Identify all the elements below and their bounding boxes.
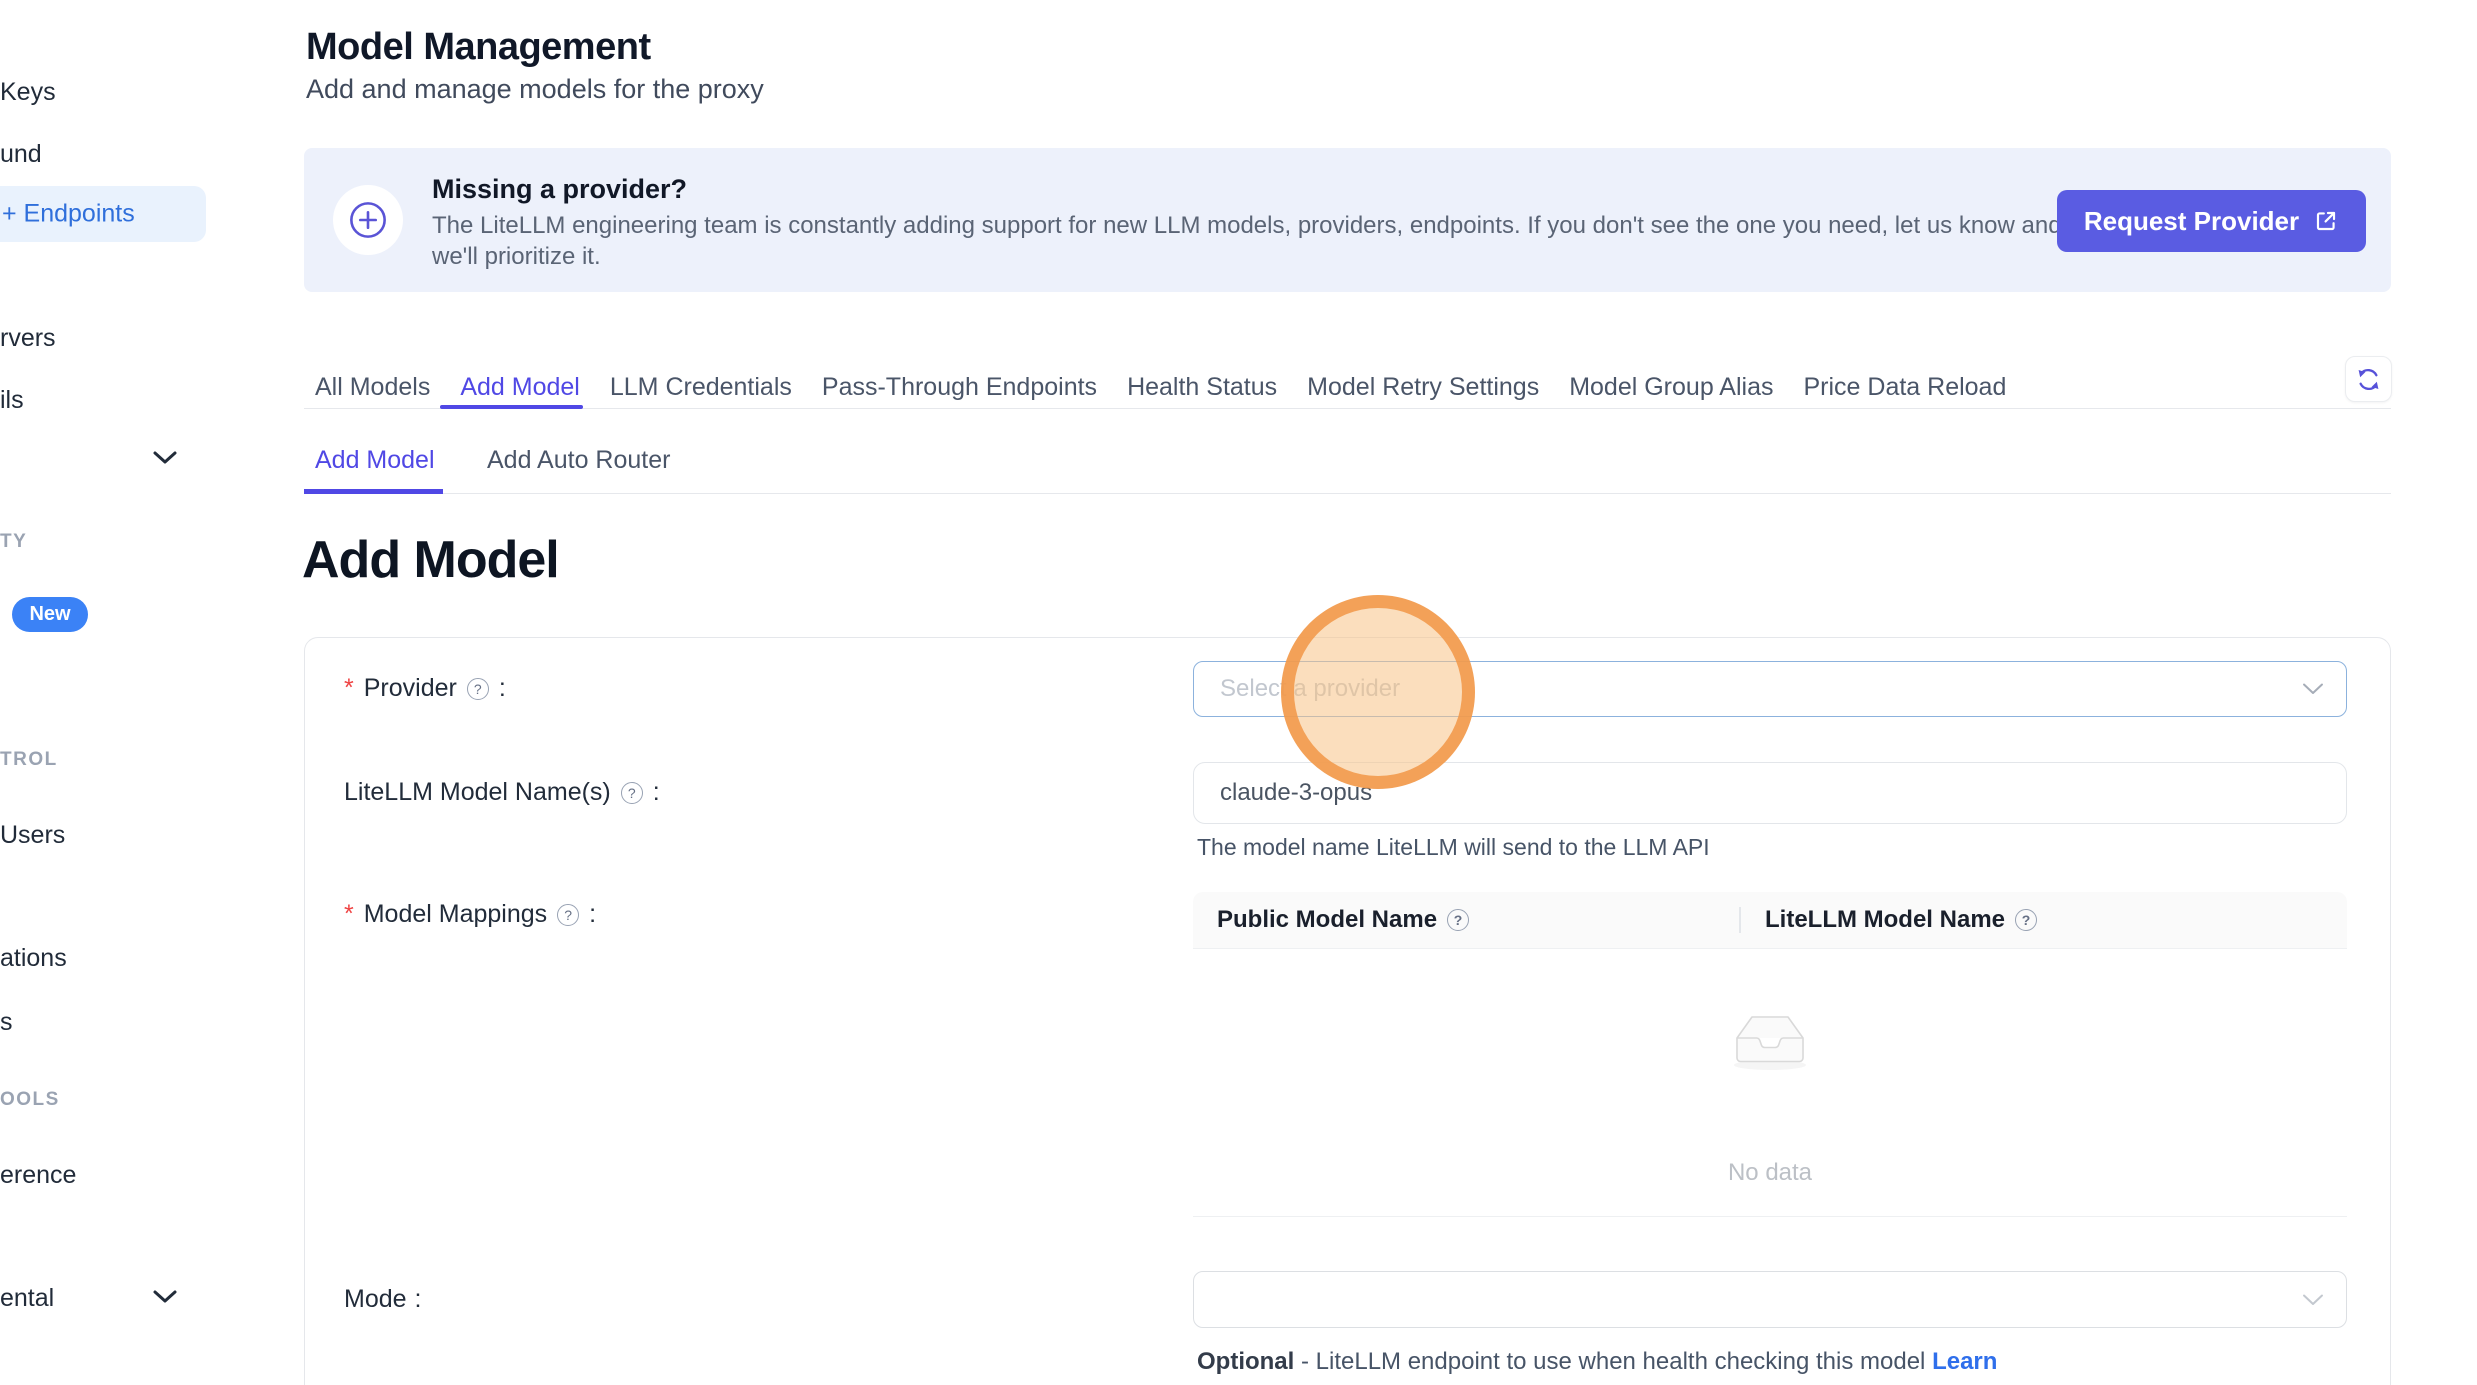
litellm-admin-screen: Keys und + Endpoints rvers ils TY New TR…: [0, 0, 2477, 1385]
page-subtitle: Add and manage models for the proxy: [306, 74, 764, 105]
sidebar-item-settings[interactable]: s: [0, 1008, 13, 1037]
sidebar-item-organizations[interactable]: ations: [0, 944, 67, 973]
model-name-label: LiteLLM Model Name(s) ? :: [344, 778, 660, 807]
page-title: Model Management: [306, 26, 651, 69]
tabs-divider: [304, 408, 2391, 409]
add-model-form-card: * Provider ? : Select a provider LiteLLM…: [304, 637, 2391, 1385]
help-icon[interactable]: ?: [1447, 909, 1469, 931]
active-tab-underline: [440, 405, 583, 409]
plus-circle-icon: [333, 185, 403, 255]
provider-placeholder: Select a provider: [1220, 662, 1400, 716]
column-divider: [1739, 907, 1741, 933]
add-model-heading: Add Model: [302, 530, 559, 590]
model-name-helper: The model name LiteLLM will send to the …: [1197, 834, 1710, 861]
sidebar-item-api-reference[interactable]: erence: [0, 1161, 76, 1190]
banner-text-line2: we'll prioritize it.: [432, 243, 601, 271]
label-colon: :: [653, 778, 660, 807]
sidebar-section-access-control: TROL: [0, 749, 58, 771]
mode-helper-bold: Optional: [1197, 1348, 1294, 1375]
tab-health-status[interactable]: Health Status: [1127, 373, 1277, 402]
new-badge: New: [12, 597, 88, 632]
subtab-add-model[interactable]: Add Model: [315, 446, 435, 475]
tab-model-retry-settings[interactable]: Model Retry Settings: [1307, 373, 1539, 402]
request-provider-label: Request Provider: [2084, 206, 2299, 237]
help-icon[interactable]: ?: [467, 678, 489, 700]
model-tabs: All Models Add Model LLM Credentials Pas…: [315, 366, 2006, 408]
sidebar-item-playground[interactable]: und: [0, 140, 42, 169]
column-header-public-model-name: Public Model Name ?: [1193, 906, 1739, 934]
tab-llm-credentials[interactable]: LLM Credentials: [610, 373, 792, 402]
chevron-down-icon: [2302, 683, 2324, 696]
model-name-value: claude-3-opus: [1220, 763, 1372, 823]
refresh-button[interactable]: [2345, 356, 2392, 402]
mode-label: Mode :: [344, 1285, 422, 1314]
sidebar-section-tools: OOLS: [0, 1089, 60, 1111]
banner-title: Missing a provider?: [432, 174, 687, 205]
tab-price-data-reload[interactable]: Price Data Reload: [1803, 373, 2006, 402]
tab-add-model[interactable]: Add Model: [460, 373, 580, 402]
help-icon[interactable]: ?: [2015, 909, 2037, 931]
mode-helper-text: - LiteLLM endpoint to use when health ch…: [1294, 1348, 1932, 1375]
help-icon[interactable]: ?: [621, 782, 643, 804]
external-link-icon: [2313, 208, 2339, 234]
missing-provider-banner: Missing a provider? The LiteLLM engineer…: [304, 148, 2391, 292]
request-provider-button[interactable]: Request Provider: [2057, 190, 2366, 252]
chevron-down-icon: [2302, 1293, 2324, 1306]
active-subtab-underline: [304, 489, 443, 494]
subtab-add-auto-router[interactable]: Add Auto Router: [487, 446, 670, 475]
sidebar-item-internal-users[interactable]: Users: [0, 821, 65, 850]
no-data-text: No data: [1193, 1159, 2347, 1187]
help-icon[interactable]: ?: [557, 904, 579, 926]
sidebar-item-models-endpoints[interactable]: + Endpoints: [0, 186, 206, 242]
required-mark: *: [344, 674, 354, 703]
model-mappings-label: * Model Mappings ? :: [344, 900, 596, 929]
required-mark: *: [344, 900, 354, 929]
label-colon: :: [499, 674, 506, 703]
column-header-label: Public Model Name: [1217, 906, 1437, 934]
sidebar-item-guardrails[interactable]: ils: [0, 386, 24, 415]
provider-select[interactable]: Select a provider: [1193, 661, 2347, 717]
model-name-label-text: LiteLLM Model Name(s): [344, 778, 611, 807]
tab-model-group-alias[interactable]: Model Group Alias: [1569, 373, 1773, 402]
provider-label-text: Provider: [364, 674, 457, 703]
sidebar-item-mcp-servers[interactable]: rvers: [0, 324, 56, 353]
model-name-input[interactable]: claude-3-opus: [1193, 762, 2347, 824]
chevron-down-icon[interactable]: [152, 1289, 178, 1304]
column-header-label: LiteLLM Model Name: [1765, 906, 2005, 934]
mode-helper: Optional - LiteLLM endpoint to use when …: [1197, 1348, 1997, 1376]
table-empty-body: No data: [1193, 949, 2347, 1217]
mode-select[interactable]: [1193, 1271, 2347, 1328]
table-header-row: Public Model Name ? LiteLLM Model Name ?: [1193, 892, 2347, 949]
refresh-icon: [2355, 366, 2382, 393]
tab-all-models[interactable]: All Models: [315, 373, 430, 402]
provider-label: * Provider ? :: [344, 674, 506, 703]
label-colon: :: [415, 1285, 422, 1314]
mode-label-text: Mode: [344, 1285, 407, 1314]
sidebar-item-experimental[interactable]: ental: [0, 1284, 54, 1313]
tab-pass-through-endpoints[interactable]: Pass-Through Endpoints: [822, 373, 1097, 402]
empty-box-icon: [1724, 1005, 1816, 1071]
model-mappings-label-text: Model Mappings: [364, 900, 547, 929]
sidebar-item-virtual-keys[interactable]: Keys: [0, 78, 56, 107]
column-header-litellm-model-name: LiteLLM Model Name ?: [1739, 906, 2039, 934]
subtabs-divider: [304, 493, 2391, 494]
label-colon: :: [589, 900, 596, 929]
chevron-down-icon[interactable]: [152, 450, 178, 465]
sidebar-section-label: TY: [0, 531, 27, 553]
sidebar-item-label: + Endpoints: [2, 200, 135, 229]
banner-text-line1: The LiteLLM engineering team is constant…: [432, 212, 2062, 240]
model-mappings-table: Public Model Name ? LiteLLM Model Name ?…: [1193, 892, 2347, 1217]
learn-link[interactable]: Learn: [1932, 1348, 1997, 1375]
